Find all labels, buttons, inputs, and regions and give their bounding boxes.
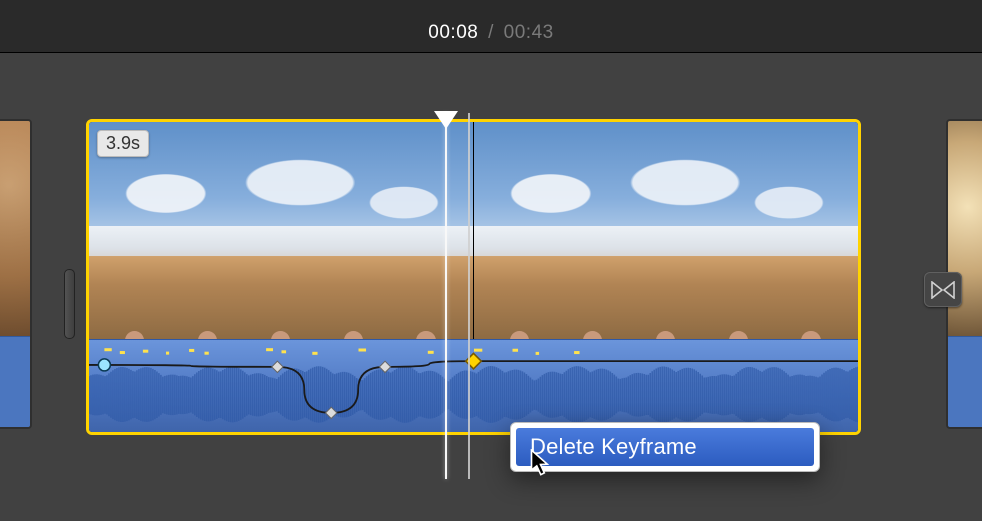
timecode-separator: / xyxy=(484,22,498,43)
skimmer-line xyxy=(468,113,470,479)
audio-peak-markers xyxy=(89,340,859,358)
vertical-scroll-handle[interactable] xyxy=(64,269,75,339)
playhead[interactable] xyxy=(445,113,447,479)
timecode-total: 00:43 xyxy=(504,22,554,43)
clip-previous[interactable] xyxy=(0,119,32,429)
timecode-current: 00:08 xyxy=(428,22,478,43)
audio-keyframe[interactable] xyxy=(379,361,390,372)
crossfade-icon xyxy=(931,281,955,299)
clip-frame xyxy=(474,122,858,339)
cursor-pointer-icon xyxy=(530,449,554,477)
transition-button[interactable] xyxy=(924,272,962,307)
clip-audio-track[interactable] xyxy=(948,336,982,429)
clip-audio-track[interactable] xyxy=(0,336,30,429)
timecode-display: 00:08 / 00:43 xyxy=(428,22,553,44)
timeline-viewport[interactable]: 3.9s Delete Keyframe xyxy=(0,53,982,521)
clip-filmstrip xyxy=(89,122,858,339)
menu-item-delete-keyframe[interactable]: Delete Keyframe xyxy=(516,428,814,466)
context-menu: Delete Keyframe xyxy=(510,422,820,472)
clip-duration-badge: 3.9s xyxy=(97,130,149,157)
clip-thumbnail xyxy=(0,121,30,336)
audio-keyframe[interactable] xyxy=(326,407,337,418)
audio-keyframe[interactable] xyxy=(272,361,283,372)
clip-selected[interactable]: 3.9s xyxy=(86,119,861,435)
audio-keyframe[interactable] xyxy=(98,359,110,371)
clip-audio-track[interactable] xyxy=(89,339,858,435)
